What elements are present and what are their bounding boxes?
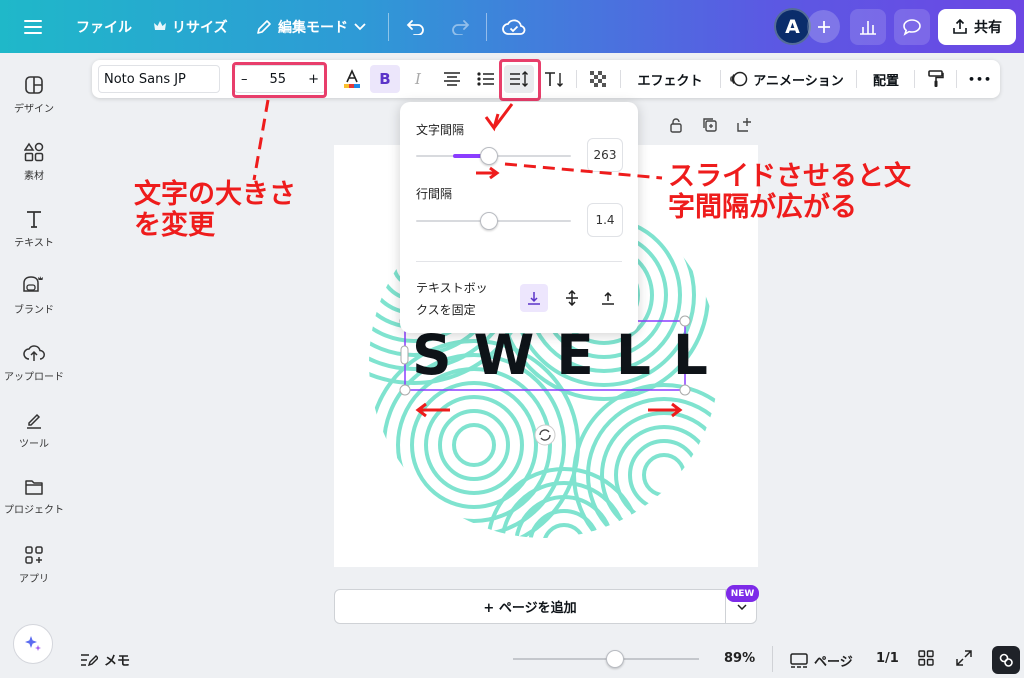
grid-icon [918, 650, 934, 666]
font-size-annotation-line2: を変更 [134, 210, 215, 241]
fullscreen-button[interactable] [956, 650, 972, 666]
font-size-annotation-line1: 文字の大きさ [134, 179, 296, 210]
new-badge-label: NEW [730, 588, 755, 599]
spacing-annotation-line2: 字間隔が広がる [668, 192, 857, 223]
page-counter[interactable]: 1/1 [876, 651, 899, 666]
help-button[interactable] [992, 646, 1020, 674]
notes-label: メモ [104, 654, 131, 669]
font-size-callout-line [252, 99, 270, 181]
expand-icon [956, 650, 972, 666]
spacing-callout-arrow [484, 103, 514, 132]
zoom-percent-label: 89% [724, 651, 756, 666]
notes-button[interactable]: メモ [80, 650, 130, 669]
spacing-annotation-line1: スライドさせると文 [668, 161, 911, 192]
new-badge: NEW [726, 585, 759, 602]
page-counter-label: 1/1 [876, 651, 899, 666]
add-page-label: + ページを追加 [483, 601, 577, 616]
bottombar-divider [772, 646, 773, 672]
add-page-button[interactable]: + ページを追加 [334, 589, 757, 624]
grid-view-button[interactable] [918, 650, 934, 666]
pages-view-button[interactable]: ページ [790, 651, 853, 670]
annotation-overlay [252, 99, 663, 181]
slide-arrow [476, 166, 500, 180]
pages-label: ページ [814, 655, 853, 670]
zoom-percent[interactable]: 89% [724, 651, 755, 666]
notes-icon [81, 653, 98, 666]
link-icon [999, 653, 1013, 667]
chevron-down-icon [736, 603, 747, 610]
pages-icon [790, 652, 808, 668]
spacing-callout-line [504, 162, 663, 180]
